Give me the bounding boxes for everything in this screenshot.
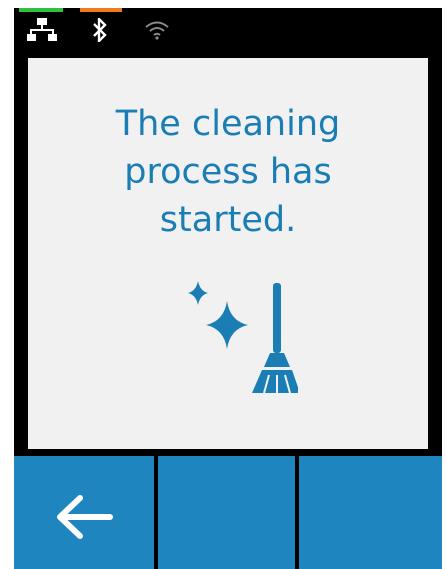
wifi-icon <box>144 20 170 45</box>
bottom-button-bar <box>14 456 442 569</box>
network-icon <box>27 18 57 47</box>
cleaning-broom-sparkle-icon <box>178 273 300 398</box>
right-button[interactable] <box>299 456 442 569</box>
middle-button[interactable] <box>158 456 295 569</box>
status-indicator-right <box>80 8 122 12</box>
cleaning-message: The cleaning process has started. <box>28 100 428 244</box>
message-line-2: process has <box>124 152 332 192</box>
status-bar <box>14 8 442 52</box>
device-screen: The cleaning process has started. <box>14 8 442 569</box>
back-button[interactable] <box>14 456 154 569</box>
message-line-3: started. <box>159 200 297 240</box>
arrow-left-icon <box>54 494 114 545</box>
message-panel: The cleaning process has started. <box>28 58 428 449</box>
status-indicator-left <box>19 8 63 12</box>
message-line-1: The cleaning <box>115 104 341 144</box>
bluetooth-icon <box>92 16 108 47</box>
